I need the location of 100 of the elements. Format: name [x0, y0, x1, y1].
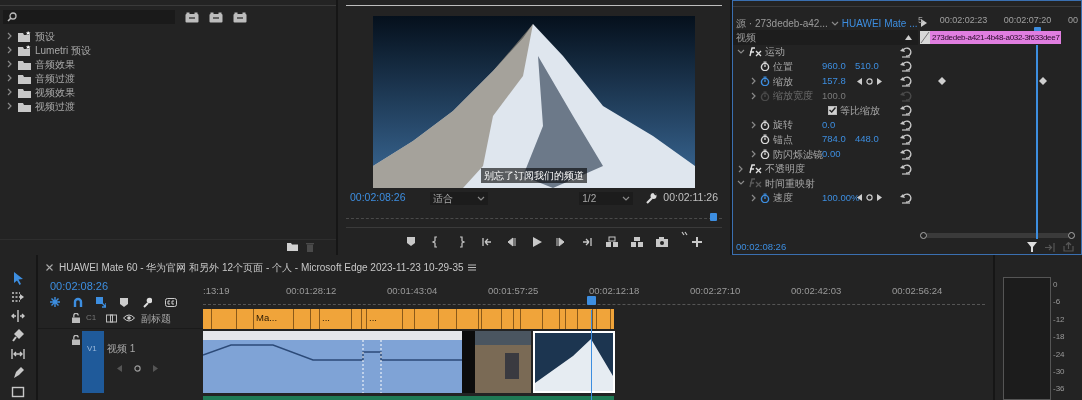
property-value[interactable]: 510.0 [855, 59, 888, 74]
reset-icon[interactable] [900, 162, 912, 175]
caption-clip-label[interactable]: ... [369, 311, 377, 326]
stopwatch-icon[interactable] [760, 76, 770, 87]
property-value[interactable]: 448.0 [855, 132, 888, 147]
caption-clips-strip[interactable]: Ma... ... ... [203, 308, 614, 329]
add-marker-icon[interactable] [406, 236, 418, 248]
property-value[interactable]: 0.00 [822, 146, 855, 162]
close-icon[interactable] [46, 264, 53, 272]
add-button-icon[interactable] [692, 237, 702, 247]
add-keyframe-icon[interactable] [866, 77, 873, 85]
reset-icon[interactable] [900, 75, 912, 88]
accelerated-effects-icon[interactable] [185, 11, 199, 23]
chevron-right-icon[interactable] [737, 164, 745, 173]
audio-clip[interactable] [203, 395, 614, 400]
effect-folder-label[interactable]: 视频过渡 [35, 98, 75, 114]
reset-icon[interactable] [900, 60, 912, 73]
eye-icon[interactable] [123, 314, 135, 323]
property-value[interactable]: 0.0 [822, 117, 855, 132]
chevron-right-icon[interactable] [6, 60, 14, 68]
chevron-right-icon[interactable] [750, 77, 758, 86]
resolution-dropdown[interactable]: 1/2 [579, 191, 634, 205]
previous-keyframe-icon[interactable] [857, 77, 862, 85]
menu-icon[interactable] [467, 264, 476, 272]
keyframe-icon[interactable] [937, 76, 946, 85]
add-keyframe-icon[interactable] [134, 364, 141, 372]
razor-icon[interactable] [11, 328, 25, 342]
go-to-in-icon[interactable] [481, 236, 493, 248]
track-id[interactable]: C1 [86, 312, 100, 325]
chevron-right-icon[interactable] [6, 32, 14, 40]
extract-icon[interactable] [631, 236, 643, 248]
unlocked-icon[interactable] [72, 313, 80, 324]
wrench-icon[interactable] [142, 297, 152, 309]
time-ruler[interactable]: 5 00:02:02:23 00:02:07:20 00 [918, 14, 1081, 32]
caption-clip-label[interactable]: Ma... [256, 311, 278, 326]
linked-selection-icon[interactable] [96, 297, 106, 309]
sync-lock-icon[interactable] [106, 313, 117, 323]
rectangle-icon[interactable] [11, 385, 25, 399]
bit-depth-effects-icon[interactable] [209, 11, 223, 23]
mountain-thumbnail-placeholder[interactable] [533, 330, 615, 393]
zoom-dropdown[interactable]: 适合 [430, 191, 488, 205]
captions-icon[interactable] [165, 297, 177, 309]
scrubber-track[interactable] [346, 210, 722, 228]
collapse-icon[interactable] [905, 34, 912, 40]
ripple-edit-icon[interactable] [11, 309, 25, 323]
reset-icon[interactable] [900, 148, 912, 161]
caret-icon[interactable] [830, 19, 839, 27]
chevron-right-icon[interactable] [6, 102, 14, 110]
wrench-icon[interactable] [645, 192, 658, 204]
stopwatch-icon[interactable] [760, 192, 770, 203]
track-select-icon[interactable] [11, 290, 25, 304]
effect-folder-label[interactable]: 视频效果 [35, 84, 75, 100]
chevron-right-icon[interactable] [6, 46, 14, 54]
lift-icon[interactable] [606, 236, 618, 248]
effect-folder-label[interactable]: Lumetri 预设 [35, 42, 92, 58]
chevron-right-icon[interactable] [6, 88, 14, 96]
property-value[interactable]: 784.0 [822, 132, 855, 147]
stopwatch-icon[interactable] [760, 119, 770, 130]
play-icon[interactable] [531, 236, 543, 248]
effect-folder-label[interactable]: 音频效果 [35, 56, 75, 72]
chevron-right-icon[interactable] [750, 193, 758, 202]
next-keyframe-icon[interactable] [877, 194, 882, 202]
track-target[interactable]: V1 [82, 330, 104, 393]
playhead-handle[interactable] [710, 213, 718, 221]
yuv-effects-icon[interactable] [233, 11, 247, 23]
new-folder-icon[interactable] [287, 242, 298, 251]
go-to-out-icon[interactable] [581, 236, 593, 248]
clip-bar[interactable]: 273dedeb-a421-4b48-a032-3f633dee7 [930, 31, 1061, 44]
chevron-down-icon[interactable] [737, 47, 745, 56]
caption-clip-label[interactable]: ... [322, 311, 330, 326]
reset-icon[interactable] [900, 104, 912, 117]
chevron-right-icon[interactable] [750, 120, 758, 129]
reset-icon[interactable] [900, 118, 912, 131]
add-marker-icon[interactable] [119, 297, 129, 309]
stopwatch-icon[interactable] [760, 134, 770, 145]
selection-arrow-icon[interactable] [11, 271, 25, 285]
chevron-right-icon[interactable] [750, 150, 758, 159]
property-value[interactable]: 960.0 [822, 59, 855, 74]
reset-icon[interactable] [900, 133, 912, 146]
add-keyframe-icon[interactable] [866, 194, 873, 202]
stopwatch-icon[interactable] [760, 61, 770, 72]
property-value[interactable]: 157.8 [822, 73, 855, 89]
search-field[interactable] [3, 10, 175, 24]
reset-icon[interactable] [900, 191, 912, 204]
previous-keyframe-icon[interactable] [857, 194, 862, 202]
fx-icon[interactable] [748, 163, 762, 174]
playhead-line[interactable] [590, 310, 592, 400]
effect-folder-label[interactable]: 音频过渡 [35, 70, 75, 86]
sequence-tab[interactable]: HUAWEI Mate 60 - 华为官网 和另外 12个页面 - 个人 - Microsoft Edge 2023-11-23 10-29-35 [59, 260, 464, 276]
effect-folder-label[interactable]: 预设 [35, 28, 55, 44]
sequence-link[interactable]: HUAWEI Mate ... [841, 15, 918, 31]
reset-icon[interactable] [900, 45, 912, 58]
chevron-right-icon[interactable] [6, 74, 14, 82]
step-back-icon[interactable] [506, 236, 518, 248]
camera-icon[interactable] [656, 236, 668, 248]
slip-icon[interactable] [11, 347, 25, 361]
fx-icon[interactable] [748, 46, 762, 57]
play-icon[interactable] [920, 19, 927, 27]
pen-icon[interactable] [11, 366, 25, 380]
keyframe-icon[interactable] [1038, 76, 1047, 85]
